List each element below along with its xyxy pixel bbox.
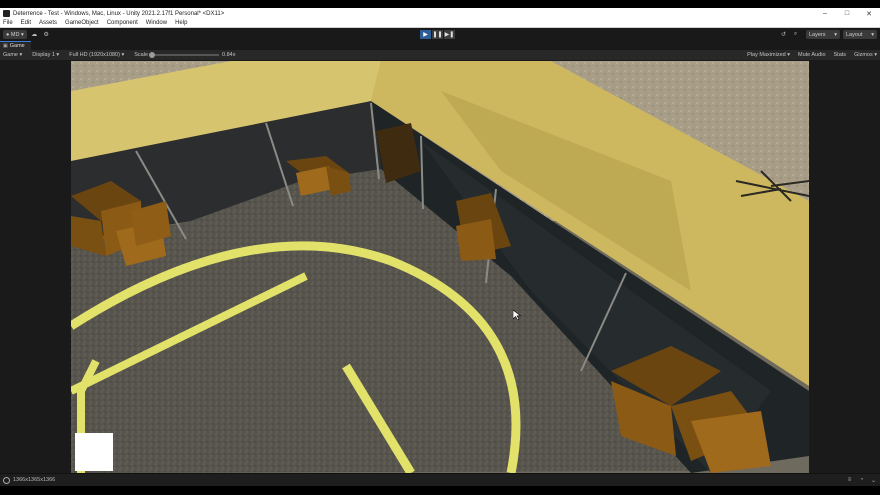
tab-label: Game <box>9 43 25 49</box>
menu-assets[interactable]: Assets <box>39 20 57 26</box>
status-right: ≡ ◔ ⌄ <box>846 477 877 484</box>
account-label: MD <box>10 31 20 38</box>
chevron-down-icon: ▾ <box>871 31 874 38</box>
menu-component[interactable]: Component <box>107 20 138 26</box>
scale-value: 0.84x <box>222 52 236 58</box>
step-button[interactable]: ▶❚ <box>444 30 455 39</box>
letterbox-top <box>0 0 880 8</box>
collab-icon[interactable]: ⚙ <box>42 30 51 39</box>
status-text: 1366x1365x1366 <box>13 477 56 483</box>
game-view-controlbar: Game ▾ Display 1 ▾ Full HD (1920x1080) ▾… <box>0 50 880 61</box>
resolution-dropdown[interactable]: Full HD (1920x1080) ▾ <box>69 52 124 58</box>
menu-edit[interactable]: Edit <box>21 20 31 26</box>
console-icon[interactable]: ≡ <box>846 477 853 484</box>
toolbar-right: ↺ ⌕ Layers ▾ Layout ▾ <box>779 30 877 39</box>
pause-button[interactable]: ❚❚ <box>432 30 443 39</box>
viewport-letterbox-right <box>809 61 880 473</box>
bell-icon[interactable]: ◔ <box>858 477 865 484</box>
scale-slider-handle[interactable] <box>149 52 156 58</box>
play-button[interactable]: ▶ <box>420 30 431 39</box>
play-maximized-label: Play Maximized <box>747 52 786 58</box>
viewport-letterbox-left <box>0 61 71 473</box>
account-dropdown[interactable]: ● MD ▾ <box>3 30 27 39</box>
menu-gameobject[interactable]: GameObject <box>65 20 99 26</box>
close-button[interactable]: ✕ <box>858 8 880 19</box>
gizmos-label: Gizmos <box>854 52 873 58</box>
cloud-icon[interactable]: ☁ <box>30 30 39 39</box>
maximize-button[interactable]: □ <box>836 8 858 19</box>
layout-dropdown[interactable]: Layout ▾ <box>843 30 877 39</box>
play-maximized-toggle[interactable]: Play Maximized ▾ <box>747 52 790 58</box>
display-label: Display 1 <box>32 52 55 58</box>
layout-label: Layout <box>846 31 863 38</box>
collapse-icon[interactable]: ⌄ <box>870 477 877 484</box>
status-icon <box>3 476 10 484</box>
search-icon[interactable]: ⌕ <box>791 30 800 39</box>
window-titlebar: Deterrence - Test - Windows, Mac, Linux … <box>0 8 880 19</box>
game-scene <box>71 61 809 473</box>
menu-help[interactable]: Help <box>175 20 187 26</box>
menu-bar: File Edit Assets GameObject Component Wi… <box>0 19 880 28</box>
menu-file[interactable]: File <box>3 20 13 26</box>
display-dropdown[interactable]: Display 1 ▾ <box>32 52 59 58</box>
chevron-down-icon: ▾ <box>834 31 837 38</box>
menu-window[interactable]: Window <box>146 20 167 26</box>
game-icon: ▣ <box>3 43 8 49</box>
game-mode-dropdown[interactable]: Game ▾ <box>3 52 22 58</box>
layers-label: Layers <box>809 31 826 38</box>
mute-audio-toggle[interactable]: Mute Audio <box>798 52 826 58</box>
chevron-down-icon: ▾ <box>19 31 24 38</box>
resolution-label: Full HD (1920x1080) <box>69 52 120 58</box>
editor-tabbar: ▣ Game <box>0 41 880 50</box>
ui-white-square <box>75 433 113 471</box>
game-mode-label: Game <box>3 52 18 58</box>
unity-logo-icon <box>3 10 10 17</box>
window-controls: – □ ✕ <box>814 8 880 19</box>
status-bar: 1366x1365x1366 ≡ ◔ ⌄ <box>0 473 880 486</box>
scale-control: Scale 0.84x <box>134 52 235 58</box>
scale-slider[interactable] <box>149 52 220 58</box>
stats-toggle[interactable]: Stats <box>834 52 847 58</box>
mouse-cursor-icon <box>513 310 521 320</box>
tab-game[interactable]: ▣ Game <box>0 41 31 50</box>
letterbox-bottom <box>0 486 880 495</box>
history-icon[interactable]: ↺ <box>779 30 788 39</box>
window-title: Deterrence - Test - Windows, Mac, Linux … <box>13 10 225 17</box>
play-controls: ▶ ❚❚ ▶❚ <box>420 30 455 39</box>
layers-dropdown[interactable]: Layers ▾ <box>806 30 840 39</box>
main-toolbar: ● MD ▾ ☁ ⚙ ▶ ❚❚ ▶❚ ↺ ⌕ Layers ▾ Layout ▾ <box>0 28 880 41</box>
gizmos-dropdown[interactable]: Gizmos ▾ <box>854 52 877 58</box>
scale-label: Scale <box>134 52 149 58</box>
minimize-button[interactable]: – <box>814 8 836 19</box>
game-view-options: Play Maximized ▾ Mute Audio Stats Gizmos… <box>739 52 877 58</box>
game-viewport[interactable] <box>71 61 809 473</box>
